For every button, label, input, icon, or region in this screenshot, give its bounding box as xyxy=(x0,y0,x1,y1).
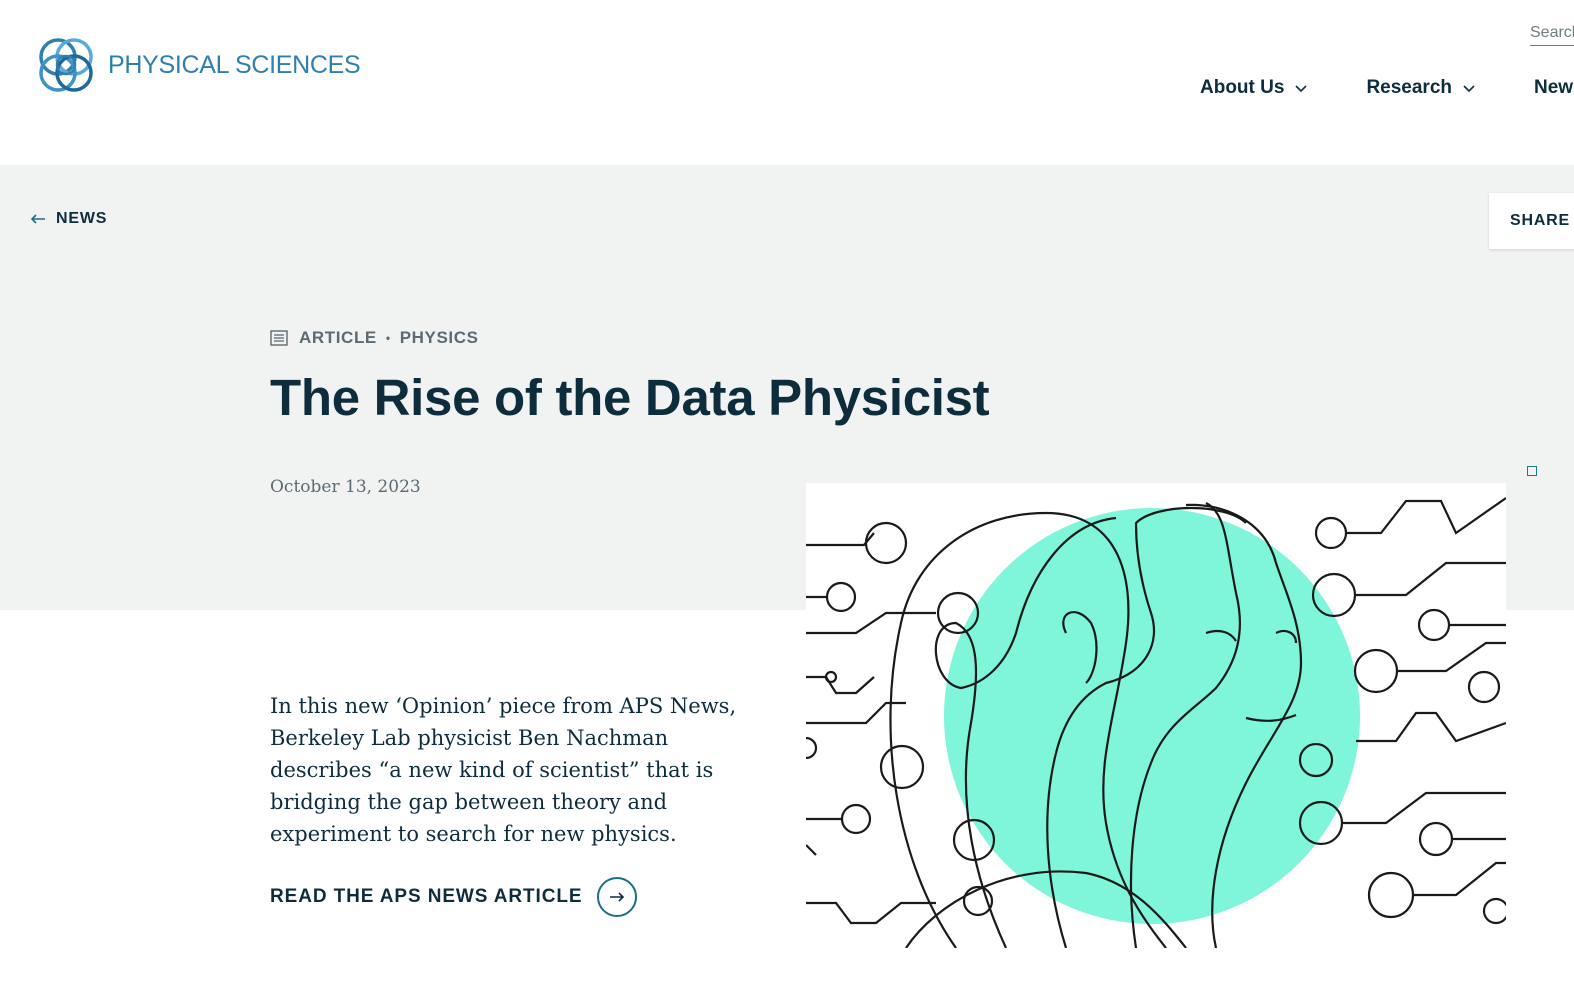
faces-circuit-illustration xyxy=(806,497,1506,948)
arrow-right-circle-icon xyxy=(597,877,638,917)
search-input[interactable]: Search xyxy=(1530,20,1574,46)
nav-item-label: About Us xyxy=(1200,77,1285,98)
article-summary: In this new ‘Opinion’ piece from APS New… xyxy=(270,694,737,846)
article-illustration xyxy=(806,483,1506,948)
article-type-label: ARTICLE xyxy=(299,328,377,347)
share-button[interactable]: SHARE xyxy=(1489,193,1574,249)
site-logo[interactable]: PHYSICAL SCIENCES xyxy=(32,31,361,99)
article-date: October 13, 2023 xyxy=(270,477,421,497)
nav-item-about-us[interactable]: About Us xyxy=(1200,74,1308,102)
read-article-link[interactable]: READ THE APS NEWS ARTICLE xyxy=(270,877,638,917)
nav-item-research[interactable]: Research xyxy=(1366,74,1476,102)
read-article-label: READ THE APS NEWS ARTICLE xyxy=(270,886,583,907)
article-category-link[interactable]: PHYSICS xyxy=(400,328,479,348)
logo-text: PHYSICAL SCIENCES xyxy=(108,50,361,79)
back-link-label: NEWS xyxy=(56,210,108,227)
main-nav: About Us Research News xyxy=(1200,74,1574,102)
nav-item-label: Research xyxy=(1366,77,1452,98)
meta-separator: • xyxy=(385,331,391,345)
chevron-down-icon xyxy=(1295,85,1308,93)
article-icon xyxy=(270,330,288,346)
nav-item-news[interactable]: News xyxy=(1534,74,1574,102)
back-to-news-link[interactable]: NEWS xyxy=(30,210,107,228)
arrow-left-icon xyxy=(30,214,45,224)
article-title: The Rise of the Data Physicist xyxy=(270,369,990,426)
nav-item-label: News xyxy=(1534,77,1574,98)
square-marker-icon xyxy=(1527,466,1537,476)
chevron-down-icon xyxy=(1463,85,1475,93)
article-meta: ARTICLE • PHYSICS xyxy=(270,328,479,348)
site-header: PHYSICAL SCIENCES Search About Us Resear… xyxy=(0,0,1574,165)
logo-mark-icon xyxy=(39,38,93,92)
